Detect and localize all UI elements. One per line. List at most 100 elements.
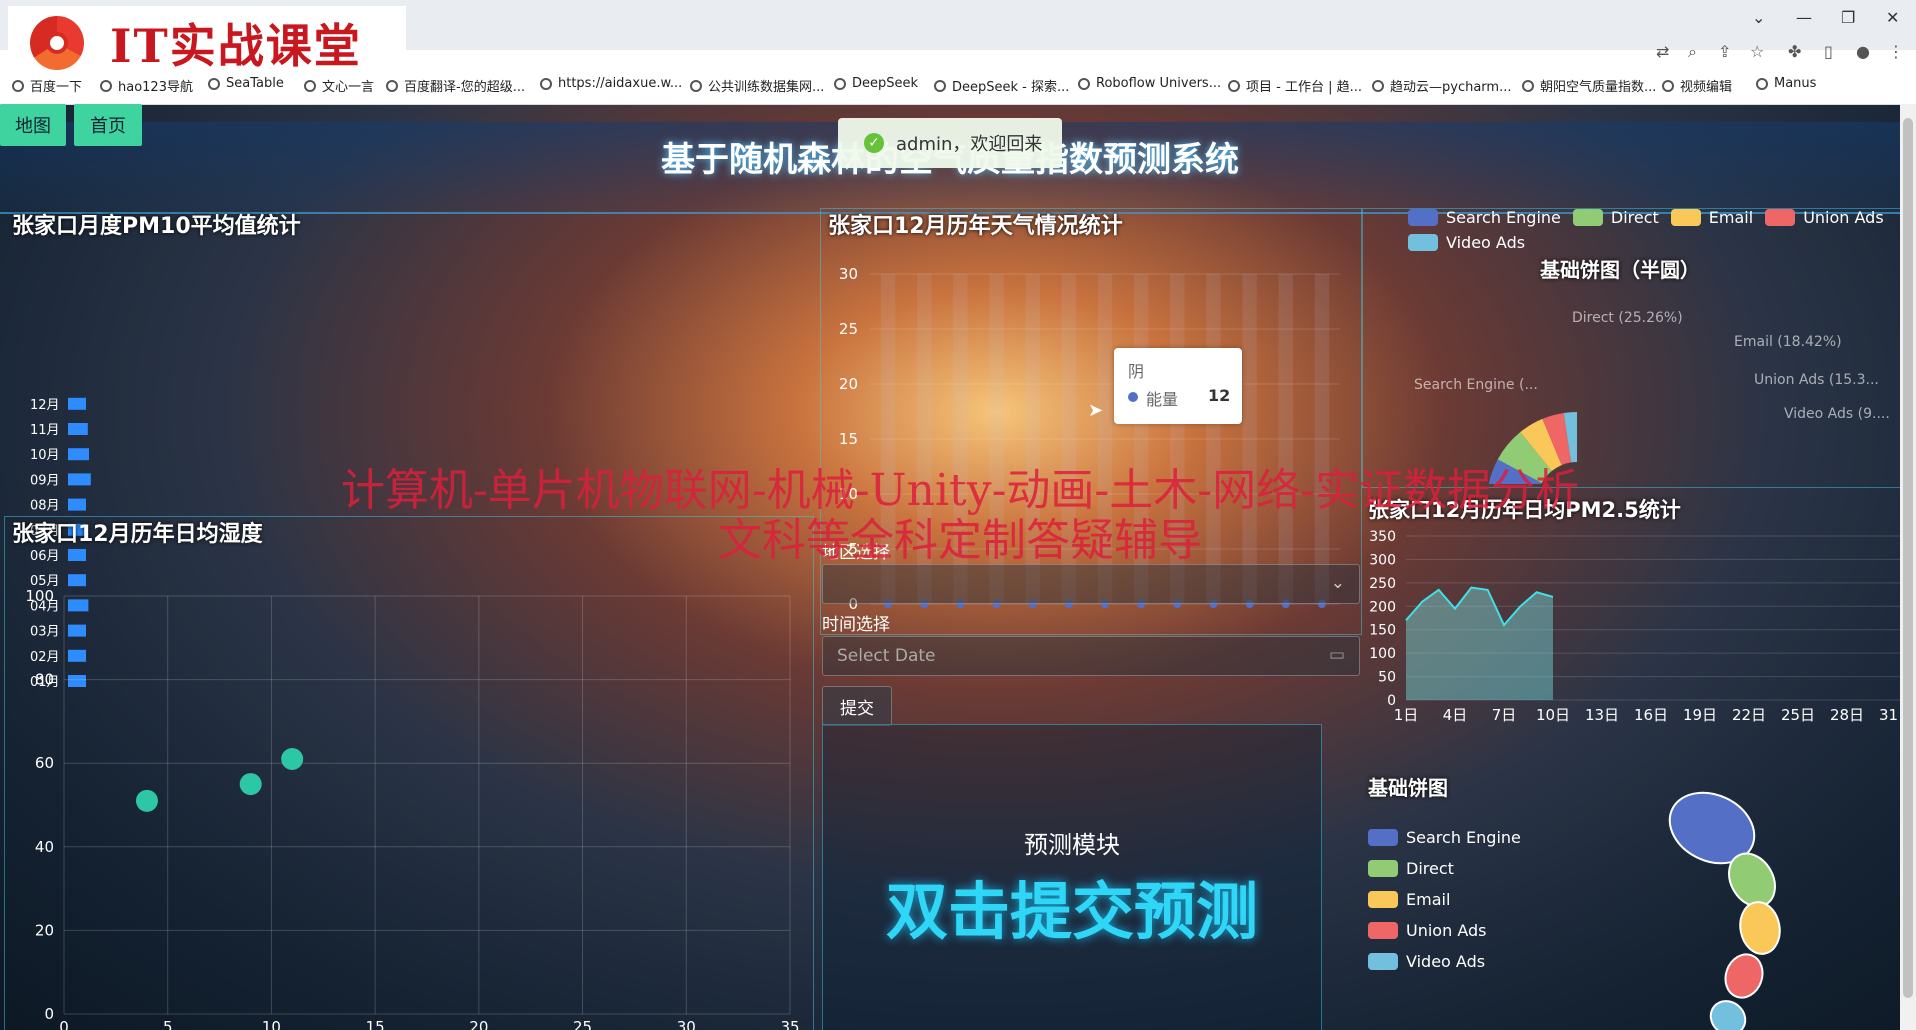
- bookmark-item[interactable]: 百度翻译-您的超级...: [386, 76, 525, 95]
- humidity-y-tick: 20: [35, 921, 54, 939]
- bookmark-item[interactable]: DeepSeek - 探索...: [934, 76, 1069, 95]
- region-select[interactable]: ⌄: [822, 564, 1360, 604]
- profile-icon[interactable]: ●: [1856, 42, 1870, 61]
- bookmark-item[interactable]: hao123导航: [100, 76, 193, 95]
- predict-panel[interactable]: 预测模块 双击提交预测: [822, 724, 1322, 1030]
- pm25-y-tick: 200: [1369, 599, 1396, 615]
- bookmark-item[interactable]: 趋动云—pycharm...: [1372, 76, 1511, 95]
- legend-item[interactable]: Video Ads: [1368, 952, 1521, 971]
- date-input[interactable]: Select Date ▭: [822, 636, 1360, 676]
- bookmark-globe-icon: [1662, 79, 1674, 92]
- pm25-x-tick: 7日: [1492, 706, 1517, 724]
- bookmark-item[interactable]: 项目 - 工作台 | 趋...: [1228, 76, 1362, 95]
- toast-text: admin，欢迎回来: [896, 134, 1043, 155]
- bookmark-star-icon[interactable]: ☆: [1750, 42, 1764, 61]
- bookmark-item[interactable]: DeepSeek: [834, 76, 918, 91]
- predict-action-text[interactable]: 双击提交预测: [823, 861, 1321, 951]
- scrollbar-thumb[interactable]: [1903, 118, 1913, 998]
- restore-icon[interactable]: ❐: [1841, 8, 1855, 27]
- humidity-x-tick: 5: [163, 1018, 173, 1030]
- legend-item[interactable]: Search Engine: [1368, 828, 1521, 847]
- submit-button[interactable]: 提交: [822, 686, 892, 726]
- humidity-point: [239, 773, 262, 796]
- pm25-x-tick: 10日: [1536, 706, 1570, 724]
- extensions-icon[interactable]: ✤: [1788, 42, 1801, 61]
- bookmark-label: 朝阳空气质量指数...: [1540, 80, 1657, 95]
- pm25-x-tick: 28日: [1830, 706, 1864, 724]
- close-icon[interactable]: ✕: [1886, 8, 1899, 27]
- bookmark-item[interactable]: 朝阳空气质量指数...: [1522, 76, 1656, 95]
- pm10-bar: [68, 448, 89, 461]
- legend-label: Direct: [1406, 859, 1454, 878]
- rose-pie-slice: [1724, 953, 1764, 999]
- bookmark-globe-icon: [386, 79, 398, 92]
- bookmark-globe-icon: [1228, 79, 1240, 92]
- chevron-down-icon: ⌄: [1330, 573, 1345, 593]
- legend-item[interactable]: Email: [1670, 208, 1753, 227]
- pm10-bar: [68, 397, 86, 410]
- legend-item[interactable]: Video Ads: [1408, 233, 1525, 252]
- humidity-y-tick: 100: [25, 587, 54, 605]
- rose-pie-slice: [1739, 901, 1781, 955]
- pm10-tick-label: 10月: [30, 448, 60, 463]
- sidepanel-icon[interactable]: ▯: [1824, 42, 1833, 61]
- bookmark-globe-icon: [1522, 79, 1534, 92]
- pm25-y-tick: 50: [1378, 670, 1396, 686]
- legend-swatch: [1368, 829, 1398, 846]
- legend-swatch: [1368, 953, 1398, 970]
- half-pie-chart: Search Engine (... Direct (25.26%) Email (…: [1414, 310, 1890, 484]
- watermark-text: 计算机-单片机物联网-机械-Unity-动画-土木-网络-实证数据分析 文科等全…: [200, 466, 1720, 566]
- bookmark-globe-icon: [934, 79, 946, 92]
- rose-pie-chart: [1668, 791, 1781, 1030]
- humidity-x-tick: 15: [366, 1018, 385, 1030]
- tab-list-icon[interactable]: ⌄: [1752, 8, 1765, 27]
- map-button[interactable]: 地图: [0, 104, 66, 146]
- share-icon[interactable]: ⇪: [1718, 42, 1731, 61]
- humidity-point: [281, 748, 304, 771]
- bookmark-label: 文心一言: [322, 80, 375, 95]
- half-pie-legend: Search Engine Direct Email Union Ads Video A…: [1408, 208, 1888, 252]
- bookmark-globe-icon: [304, 79, 316, 92]
- bookmark-label: 项目 - 工作台 | 趋...: [1246, 80, 1362, 95]
- logo-overlay: IT实战课堂: [8, 6, 406, 80]
- humidity-y-tick: 0: [44, 1005, 54, 1023]
- minimize-icon[interactable]: —: [1796, 8, 1812, 27]
- welcome-toast: ✓ admin，欢迎回来: [838, 118, 1062, 168]
- legend-item[interactable]: Union Ads: [1368, 921, 1521, 940]
- bookmark-item[interactable]: 文心一言: [304, 76, 374, 95]
- bookmark-globe-icon: [540, 77, 552, 90]
- legend-item[interactable]: Search Engine: [1408, 208, 1561, 227]
- weather-y-tick: 30: [839, 265, 858, 283]
- page-scrollbar[interactable]: [1900, 104, 1916, 1030]
- bookmark-item[interactable]: Roboflow Univers...: [1078, 76, 1221, 91]
- success-check-icon: ✓: [864, 133, 884, 153]
- home-button[interactable]: 首页: [74, 104, 142, 146]
- bookmark-item[interactable]: 公共训练数据集网...: [690, 76, 824, 95]
- legend-item[interactable]: Direct: [1368, 859, 1521, 878]
- humidity-x-tick: 25: [573, 1018, 592, 1030]
- half-pie-label: Video Ads (9....: [1784, 406, 1890, 422]
- tooltip-value: 12: [1208, 386, 1231, 405]
- legend-item[interactable]: Union Ads: [1765, 208, 1884, 227]
- legend-label: Video Ads: [1406, 952, 1486, 971]
- bookmark-item[interactable]: https://aidaxue.w...: [540, 76, 682, 91]
- pm25-y-tick: 100: [1369, 646, 1396, 662]
- humidity-x-tick: 30: [677, 1018, 696, 1030]
- pm25-area: [1406, 587, 1553, 700]
- weather-y-tick: 20: [839, 375, 858, 393]
- zoom-icon[interactable]: ⌕: [1688, 42, 1697, 62]
- translate-icon[interactable]: ⇄: [1656, 42, 1669, 61]
- bookmark-item[interactable]: SeaTable: [208, 76, 284, 91]
- bookmark-item[interactable]: 视频编辑: [1662, 76, 1732, 95]
- humidity-y-tick: 80: [35, 671, 54, 689]
- bookmark-item[interactable]: Manus: [1756, 76, 1816, 91]
- legend-swatch: [1368, 922, 1398, 939]
- bookmark-item[interactable]: 百度一下: [12, 76, 82, 95]
- humidity-x-tick: 35: [780, 1018, 799, 1030]
- pm10-bar: [68, 473, 91, 486]
- menu-icon[interactable]: ⋮: [1888, 42, 1904, 61]
- legend-item[interactable]: Email: [1368, 890, 1521, 909]
- legend-label: Email: [1406, 890, 1451, 909]
- bookmark-label: 趋动云—pycharm...: [1390, 80, 1512, 95]
- legend-item[interactable]: Direct: [1572, 208, 1659, 227]
